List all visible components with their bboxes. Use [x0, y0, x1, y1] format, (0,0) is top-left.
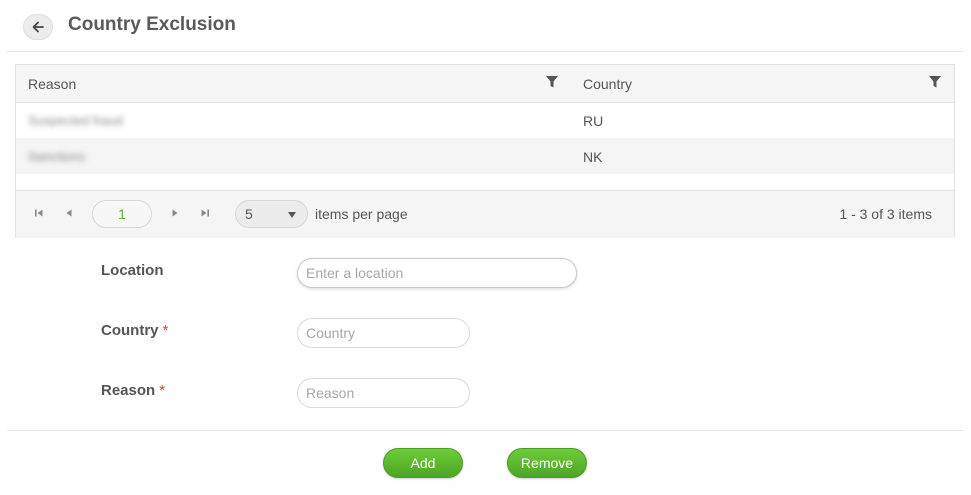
cell-country: RU	[583, 113, 604, 129]
current-page-button[interactable]: 1	[92, 200, 152, 228]
cell-country: NK	[583, 149, 603, 165]
country-field-label: Country *	[101, 322, 168, 339]
page-title: Country Exclusion	[68, 14, 236, 35]
table-row[interactable]: Sanctions NK	[16, 138, 954, 174]
back-button[interactable]	[23, 14, 53, 40]
filter-icon[interactable]	[545, 75, 559, 89]
required-marker: *	[162, 322, 169, 339]
country-label: Country	[101, 322, 159, 339]
remove-button[interactable]: Remove	[507, 448, 587, 478]
cell-reason: Suspected fraud	[28, 113, 123, 128]
reason-label: Reason	[101, 382, 156, 399]
pager: 1 5 items per page 1 - 3 of 3 items	[16, 190, 954, 238]
items-per-page-label: items per page	[315, 206, 408, 222]
column-header-country[interactable]: Country	[583, 76, 632, 92]
first-page-icon[interactable]	[33, 207, 45, 219]
column-header-reason[interactable]: Reason	[28, 76, 76, 92]
table-row[interactable]: Suspected fraud RU	[16, 102, 954, 138]
last-page-icon[interactable]	[199, 207, 211, 219]
arrow-left-icon	[32, 21, 44, 33]
location-input[interactable]	[297, 258, 577, 288]
add-button[interactable]: Add	[383, 448, 463, 478]
chevron-down-icon	[288, 212, 296, 218]
filter-icon[interactable]	[928, 75, 942, 89]
previous-page-icon[interactable]	[63, 207, 75, 219]
header-divider	[7, 51, 963, 52]
footer-divider	[7, 430, 963, 431]
page-header: Country Exclusion	[0, 0, 971, 52]
pager-range-info: 1 - 3 of 3 items	[839, 206, 932, 222]
page-size-select[interactable]: 5	[235, 200, 308, 228]
reason-input[interactable]	[297, 378, 470, 408]
next-page-icon[interactable]	[169, 207, 181, 219]
location-label: Location	[101, 262, 164, 279]
page-size-value: 5	[245, 206, 253, 222]
exclusion-grid: Reason Country Suspected fraud RU Sancti…	[15, 64, 955, 238]
required-marker: *	[159, 382, 166, 399]
country-input[interactable]	[297, 318, 470, 348]
grid-header: Reason Country	[16, 65, 954, 103]
reason-field-label: Reason *	[101, 382, 165, 399]
cell-reason: Sanctions	[28, 149, 86, 164]
